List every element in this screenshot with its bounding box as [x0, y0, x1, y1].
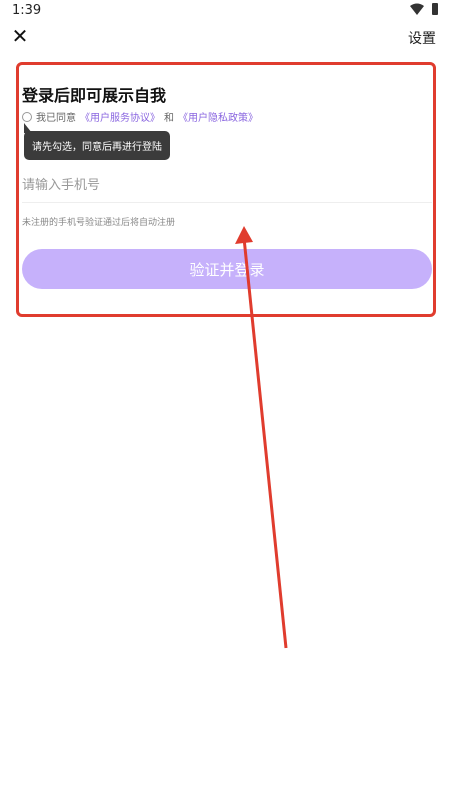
battery-icon	[432, 3, 438, 15]
agree-prefix-text: 我已同意	[36, 113, 76, 124]
privacy-policy-link[interactable]: 《用户隐私政策》	[178, 109, 258, 124]
settings-button[interactable]: 设置	[408, 28, 436, 48]
page-title: 登录后即可展示自我	[22, 86, 167, 105]
verify-login-button[interactable]: 验证并登录	[22, 249, 432, 289]
agree-tooltip: 请先勾选，同意后再进行登陆	[24, 131, 170, 160]
register-hint: 未注册的手机号验证通过后将自动注册	[22, 218, 176, 228]
login-card: 登录后即可展示自我 我已同意 《用户服务协议》 和 《用户隐私政策》 请先勾选，…	[16, 62, 436, 317]
status-icons	[410, 3, 438, 15]
top-bar: ✕ 设置	[0, 22, 450, 54]
agreement-row: 我已同意 《用户服务协议》 和 《用户隐私政策》	[22, 109, 258, 124]
agree-checkbox[interactable]	[22, 111, 32, 122]
agree-and-text: 和	[164, 113, 174, 124]
user-agreement-link[interactable]: 《用户服务协议》	[80, 109, 160, 124]
phone-input[interactable]	[22, 169, 432, 203]
wifi-icon	[410, 3, 424, 15]
status-time: 1:39	[12, 3, 42, 18]
close-icon[interactable]: ✕	[10, 26, 30, 46]
status-bar: 1:39	[0, 0, 450, 22]
